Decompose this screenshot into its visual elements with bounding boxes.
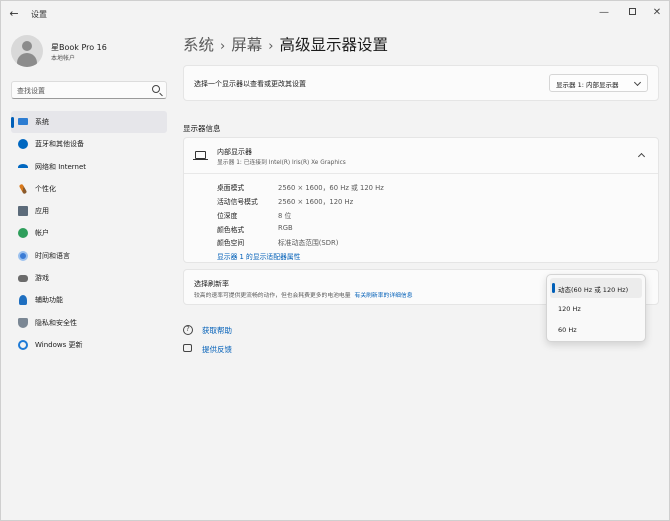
- chevron-up-icon[interactable]: [637, 152, 646, 161]
- sidebar-item-label: 个性化: [35, 184, 56, 193]
- back-arrow-icon: ←: [9, 7, 19, 20]
- title-bar: ← 设置 — ✕: [1, 1, 669, 27]
- sidebar-item-label: 系统: [35, 118, 49, 126]
- sidebar-nav: 系统 蓝牙和其他设备 网络和 Internet 个性化 应用 帐户 时间和语言: [11, 111, 167, 356]
- display-info-card: 内部显示器 显示器 1: 已连接到 Intel(R) Iris(R) Xe Gr…: [183, 137, 659, 263]
- close-icon: ✕: [652, 7, 662, 18]
- sidebar-item-label: 隐私和安全性: [35, 318, 77, 327]
- sidebar-item-system[interactable]: 系统: [11, 111, 167, 134]
- info-key: 颜色格式: [217, 226, 245, 234]
- avatar: [11, 35, 43, 67]
- refresh-rate-description: 较高的速率可提供更流畅的动作，但也会耗费更多的电池电量 有关刷新率的详细信息: [194, 290, 413, 299]
- chevron-down-icon: [633, 78, 642, 87]
- profile-name: 星Book Pro 16: [51, 43, 107, 52]
- breadcrumb: 系统 › 屏幕 › 高级显示器设置: [183, 33, 388, 55]
- refresh-rate-dropdown: 动态(60 Hz 或 120 Hz) 120 Hz 60 Hz: [546, 274, 646, 342]
- shield-icon: [18, 317, 28, 328]
- sidebar-item-label: 时间和语言: [35, 251, 70, 260]
- sidebar-item-label: 应用: [35, 207, 49, 216]
- sidebar-item-gaming[interactable]: 游戏: [11, 267, 167, 289]
- sidebar-item-label: 辅助功能: [35, 296, 63, 305]
- feedback-label: 提供反馈: [202, 345, 232, 354]
- refresh-option-label: 60 Hz: [558, 326, 577, 334]
- display-select-value: 显示器 1: 内部显示器: [556, 81, 619, 89]
- sidebar-item-accessibility[interactable]: 辅助功能: [11, 289, 167, 311]
- breadcrumb-separator: ›: [220, 39, 226, 54]
- display-info-title: 内部显示器: [217, 148, 252, 156]
- minimize-icon: —: [599, 7, 609, 18]
- bluetooth-icon: [18, 139, 28, 150]
- info-value: 8 位: [278, 212, 292, 220]
- display-select[interactable]: 显示器 1: 内部显示器: [549, 74, 648, 92]
- wifi-icon: [18, 163, 28, 170]
- breadcrumb-separator: ›: [268, 39, 274, 54]
- avatar-body: [17, 53, 37, 67]
- sidebar-item-label: 网络和 Internet: [35, 162, 87, 171]
- breadcrumb-display[interactable]: 屏幕: [231, 36, 262, 54]
- refresh-rate-description-text: 较高的速率可提供更流畅的动作，但也会耗费更多的电池电量: [194, 293, 351, 299]
- maximize-button[interactable]: [621, 5, 643, 21]
- info-value: 2560 × 1600，120 Hz: [278, 198, 354, 206]
- sidebar-item-personalization[interactable]: 个性化: [11, 178, 167, 200]
- help-icon: [183, 325, 193, 335]
- close-button[interactable]: ✕: [646, 5, 668, 21]
- settings-window: ← 设置 — ✕ 星Book Pro 16 本地帐户 查找设置 系统 蓝牙和其他…: [0, 0, 670, 521]
- profile-account-type: 本地帐户: [51, 55, 76, 62]
- info-value: 2560 × 1600，60 Hz 或 120 Hz: [278, 184, 384, 192]
- monitor-icon: [193, 151, 208, 161]
- globe-clock-icon: [18, 250, 28, 261]
- page-title: 高级显示器设置: [279, 36, 388, 54]
- sidebar-item-label: Windows 更新: [35, 340, 83, 349]
- sidebar-item-time-language[interactable]: 时间和语言: [11, 245, 167, 267]
- sidebar-item-apps[interactable]: 应用: [11, 200, 167, 222]
- account-icon: [18, 228, 28, 239]
- refresh-rate-title: 选择刷新率: [194, 280, 229, 288]
- refresh-option-60hz[interactable]: 60 Hz: [550, 320, 642, 340]
- search-icon[interactable]: [152, 85, 160, 93]
- search-input[interactable]: 查找设置: [11, 81, 167, 99]
- refresh-option-label: 动态(60 Hz 或 120 Hz): [558, 286, 629, 294]
- sidebar-item-accounts[interactable]: 帐户: [11, 222, 167, 244]
- sidebar-item-windows-update[interactable]: Windows 更新: [11, 334, 167, 356]
- refresh-option-120hz[interactable]: 120 Hz: [550, 299, 642, 319]
- refresh-rate-info-link[interactable]: 有关刷新率的详细信息: [355, 293, 413, 299]
- sidebar-item-bluetooth[interactable]: 蓝牙和其他设备: [11, 133, 167, 155]
- sidebar-item-network[interactable]: 网络和 Internet: [11, 156, 167, 178]
- info-key: 桌面模式: [217, 184, 245, 192]
- minimize-button[interactable]: —: [593, 5, 615, 21]
- select-display-label: 选择一个显示器以查看或更改其设置: [194, 80, 306, 88]
- info-key: 颜色空间: [217, 239, 245, 247]
- info-key: 活动信号模式: [217, 198, 258, 206]
- sidebar-item-privacy[interactable]: 隐私和安全性: [11, 312, 167, 334]
- sidebar-item-label: 蓝牙和其他设备: [35, 140, 84, 149]
- brush-icon: [18, 183, 28, 195]
- feedback-icon: [183, 344, 192, 352]
- display-info-header[interactable]: 内部显示器 显示器 1: 已连接到 Intel(R) Iris(R) Xe Gr…: [184, 138, 658, 174]
- apps-icon: [18, 206, 28, 217]
- maximize-icon: [628, 8, 636, 15]
- adapter-properties-link[interactable]: 显示器 1 的显示适配器属性: [217, 251, 300, 261]
- accessibility-icon: [19, 295, 27, 306]
- gamepad-icon: [18, 275, 28, 283]
- search-placeholder: 查找设置: [17, 87, 45, 95]
- sidebar-item-label: 游戏: [35, 274, 49, 283]
- info-value: 标准动态范围(SDR): [278, 239, 339, 247]
- sidebar-item-label: 帐户: [35, 229, 49, 238]
- info-key: 位深度: [217, 212, 238, 220]
- refresh-option-label: 120 Hz: [558, 305, 581, 313]
- display-info-subtitle: 显示器 1: 已连接到 Intel(R) Iris(R) Xe Graphics: [217, 160, 346, 166]
- user-profile[interactable]: 星Book Pro 16 本地帐户: [11, 35, 171, 67]
- avatar-head: [22, 41, 32, 51]
- back-button[interactable]: ←: [7, 7, 21, 21]
- system-icon: [18, 118, 28, 125]
- app-title: 设置: [31, 10, 47, 19]
- refresh-option-dynamic[interactable]: 动态(60 Hz 或 120 Hz): [550, 278, 642, 298]
- breadcrumb-system[interactable]: 系统: [183, 36, 214, 54]
- update-icon: [18, 339, 28, 350]
- select-display-card: 选择一个显示器以查看或更改其设置 显示器 1: 内部显示器: [183, 65, 659, 101]
- info-value: RGB: [278, 224, 293, 232]
- display-info-section-title: 显示器信息: [183, 124, 221, 133]
- get-help-label: 获取帮助: [202, 326, 232, 335]
